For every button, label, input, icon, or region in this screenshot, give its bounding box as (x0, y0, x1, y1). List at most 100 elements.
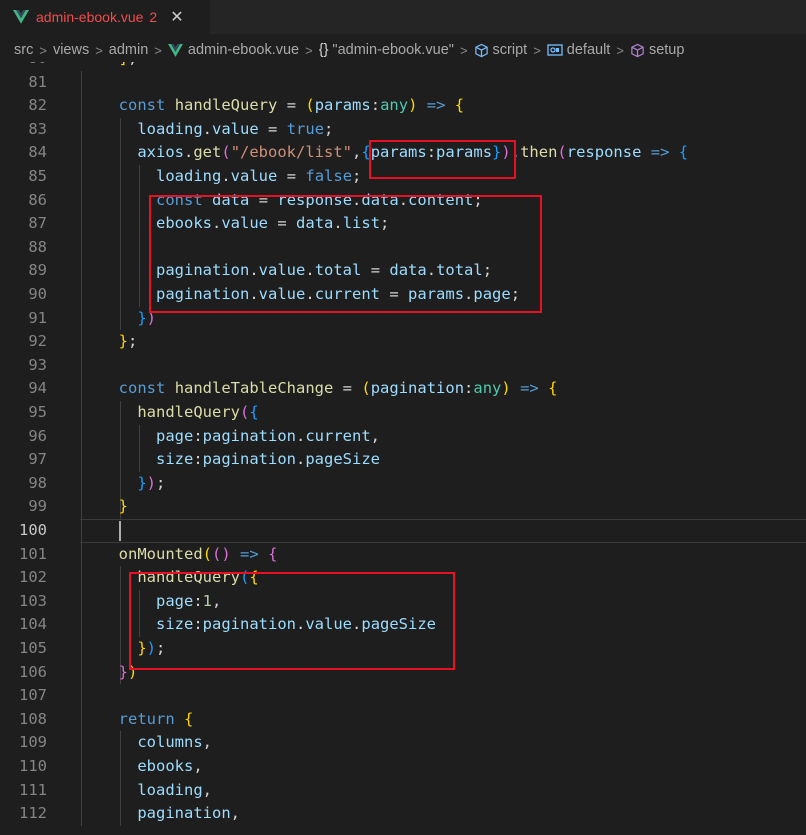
breadcrumb-item-module[interactable]: "admin-ebook.vue" (332, 42, 454, 58)
code-text: }); (137, 473, 166, 492)
chevron-right-icon: > (533, 42, 541, 58)
line-number: 83 (28, 119, 47, 138)
code-text: }) (137, 308, 157, 327)
chevron-right-icon: > (154, 42, 162, 58)
line-number: 108 (19, 709, 47, 728)
code-line[interactable]: 93 (0, 354, 806, 378)
module-icon (547, 44, 563, 56)
line-number: 92 (28, 332, 47, 351)
annotation-box (369, 140, 516, 179)
code-line[interactable]: 82 const handleQuery = (params:any) => { (0, 94, 806, 118)
line-number: 109 (19, 733, 47, 752)
line-number: 87 (28, 214, 47, 233)
code-line[interactable]: 99 } (0, 495, 806, 519)
code-line[interactable]: 112 pagination, (0, 802, 806, 826)
code-editor[interactable]: 80 ];81 82 const handleQuery = (params:an… (0, 62, 806, 835)
close-icon[interactable]: ✕ (170, 7, 183, 27)
code-text: const handleTableChange = (pagination:an… (118, 379, 558, 398)
line-number: 103 (19, 591, 47, 610)
chevron-right-icon: > (95, 42, 103, 58)
code-line[interactable]: 98 }); (0, 472, 806, 496)
vue-file-icon (13, 10, 29, 24)
chevron-right-icon: > (459, 42, 468, 58)
text-cursor (119, 521, 121, 541)
line-number: 86 (28, 190, 47, 209)
breadcrumb-item-admin[interactable]: admin (109, 42, 149, 58)
code-line[interactable]: 100 (0, 519, 806, 543)
code-text: }; (118, 332, 138, 351)
code-text: ebooks, (137, 757, 203, 775)
breadcrumb-item-default[interactable]: default (567, 42, 611, 58)
breadcrumb-item-script[interactable]: script (493, 42, 528, 58)
code-line[interactable]: 96 page:pagination.current, (0, 425, 806, 449)
line-number: 105 (19, 639, 47, 657)
line-number: 102 (19, 568, 47, 587)
line-number: 84 (28, 143, 47, 162)
code-line[interactable]: 83 loading.value = true; (0, 118, 806, 142)
line-number: 107 (19, 686, 47, 705)
line-number: 110 (19, 757, 47, 775)
code-line[interactable]: 81 (0, 71, 806, 95)
braces-icon: {} (318, 42, 329, 58)
cube-icon (474, 43, 488, 57)
line-number: 111 (19, 780, 47, 799)
line-number: 93 (28, 355, 47, 374)
breadcrumb: src > views > admin > admin-ebook.vue > … (0, 38, 806, 62)
code-text: onMounted(() => { (118, 544, 278, 563)
code-line[interactable]: 110 ebooks, (0, 755, 806, 779)
chevron-right-icon: > (616, 42, 624, 58)
code-text: loading.value = false; (156, 167, 362, 185)
line-number: 91 (28, 308, 47, 327)
line-number: 89 (28, 261, 47, 280)
code-line[interactable]: 101 onMounted(() => { (0, 543, 806, 567)
line-number: 90 (28, 285, 47, 303)
code-text: handleQuery({ (137, 403, 259, 421)
line-number: 112 (19, 804, 47, 823)
problem-count-badge: 2 (149, 9, 158, 25)
breadcrumb-item-views[interactable]: views (53, 42, 89, 58)
annotation-box (149, 195, 542, 313)
line-number: 101 (19, 544, 47, 563)
code-line[interactable]: 97 size:pagination.pageSize (0, 448, 806, 472)
vue-file-icon (167, 43, 183, 57)
annotation-box (129, 572, 455, 670)
code-text: page:pagination.current, (156, 426, 381, 445)
code-line[interactable]: 95 handleQuery({ (0, 401, 806, 425)
line-number: 97 (28, 450, 47, 469)
code-text: loading.value = true; (137, 119, 334, 138)
breadcrumb-item-setup[interactable]: setup (649, 42, 684, 58)
line-number: 81 (28, 72, 47, 91)
tab-filename: admin-ebook.vue (36, 9, 144, 25)
chevron-right-icon: > (305, 42, 313, 58)
code-text: } (118, 497, 129, 516)
code-text: return { (118, 709, 194, 728)
line-number: 82 (28, 96, 47, 115)
code-text: size:pagination.pageSize (156, 450, 380, 469)
line-number: 95 (28, 403, 47, 421)
code-line[interactable]: 80 ]; (0, 62, 806, 71)
line-number: 94 (28, 379, 47, 398)
line-number: 104 (19, 615, 47, 634)
line-number: 96 (28, 426, 47, 445)
tab-admin-ebook[interactable]: admin-ebook.vue 2 ✕ (0, 0, 210, 34)
code-text: columns, (137, 733, 212, 752)
code-text: const handleQuery = (params:any) => { (118, 96, 465, 115)
line-number: 88 (28, 237, 47, 256)
code-line[interactable]: 94 const handleTableChange = (pagination… (0, 377, 806, 401)
code-line[interactable]: 107 (0, 684, 806, 708)
code-line[interactable]: 108 return { (0, 708, 806, 732)
current-line-highlight (80, 519, 806, 543)
code-line[interactable]: 109 columns, (0, 731, 806, 755)
cube-icon (631, 43, 644, 57)
line-number: 99 (28, 497, 47, 516)
line-number: 98 (28, 473, 47, 492)
line-number: 85 (28, 167, 47, 185)
code-line[interactable]: 92 }; (0, 330, 806, 354)
tab-bar: admin-ebook.vue 2 ✕ (0, 0, 806, 34)
breadcrumb-item-src[interactable]: src (14, 42, 33, 58)
code-text: ]; (100, 62, 138, 71)
line-number: 100 (19, 521, 47, 539)
chevron-right-icon: > (39, 42, 47, 58)
code-line[interactable]: 111 loading, (0, 779, 806, 803)
breadcrumb-item-file[interactable]: admin-ebook.vue (188, 42, 299, 58)
